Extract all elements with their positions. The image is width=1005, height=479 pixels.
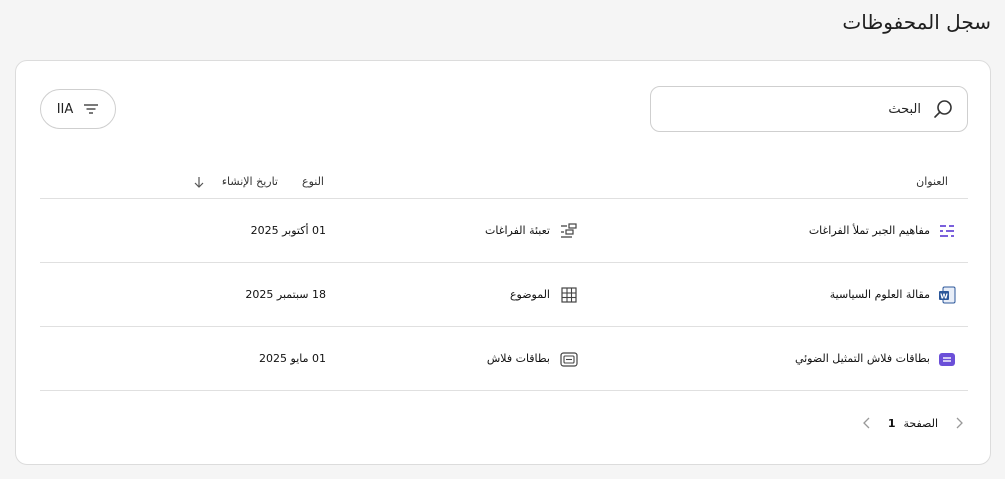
page-indicator: الصفحة 1 (888, 417, 938, 430)
column-header-type[interactable]: النوع (302, 175, 324, 188)
history-table: العنوان النوع تاريخ الإنشاء مفاهيم الجبر… (40, 161, 968, 391)
row-title: مقالة العلوم السياسية (829, 288, 930, 301)
filter-button[interactable]: IIA (40, 89, 116, 129)
fill-blanks-type-icon (561, 222, 577, 238)
grid-icon (561, 286, 577, 303)
column-header-title[interactable]: العنوان (916, 175, 948, 188)
row-date: 01 مايو 2025 (259, 352, 326, 365)
page-title: سجل المحفوظات (842, 10, 991, 34)
row-type: تعبئة الفراغات (485, 224, 550, 237)
sort-down-arrow-icon[interactable] (192, 175, 206, 189)
page-label: الصفحة (903, 416, 938, 430)
table-header: العنوان النوع تاريخ الإنشاء (40, 161, 968, 199)
table-row[interactable]: بطاقات فلاش التمثيل الضوئي بطاقات فلاش 0… (40, 327, 968, 391)
next-page-chevron-icon[interactable] (860, 416, 874, 430)
row-date: 18 سبتمبر 2025 (245, 288, 326, 301)
search-box[interactable] (650, 86, 968, 132)
table-row[interactable]: W مقالة العلوم السياسية الموضوع 18 سبتمب… (40, 263, 968, 327)
row-title-cell: W مقالة العلوم السياسية (830, 263, 956, 326)
row-title: بطاقات فلاش التمثيل الضوئي (794, 352, 930, 365)
fill-blanks-icon (940, 224, 954, 237)
filter-icon (84, 104, 99, 114)
row-date: 01 أكتوبر 2025 (250, 224, 326, 237)
row-title-cell: بطاقات فلاش التمثيل الضوئي (795, 327, 956, 390)
filter-label: IIA (56, 101, 74, 117)
history-card: IIA العنوان النوع تاريخ الإنشاء (15, 60, 991, 465)
word-document-icon: W (939, 286, 956, 303)
row-type: بطاقات فلاش (486, 352, 550, 365)
previous-page-chevron-icon[interactable] (952, 416, 966, 430)
row-type-cell: الموضوع (510, 263, 578, 326)
pagination: الصفحة 1 (860, 411, 966, 435)
row-type-cell: تعبئة الفراغات (485, 199, 578, 262)
search-icon (934, 100, 952, 118)
column-header-date[interactable]: تاريخ الإنشاء (222, 175, 278, 188)
page-number: 1 (887, 416, 896, 430)
row-type-cell: بطاقات فلاش (487, 327, 578, 390)
search-input[interactable] (681, 97, 921, 121)
svg-text:W: W (940, 292, 948, 300)
flashcards-icon (939, 352, 955, 366)
table-row[interactable]: مفاهيم الجبر تملأ الفراغات تعبئة الفراغا… (40, 199, 968, 263)
row-type: الموضوع (509, 288, 550, 301)
flashcards-type-icon (560, 351, 578, 367)
row-title: مفاهيم الجبر تملأ الفراغات (808, 224, 930, 237)
row-title-cell: مفاهيم الجبر تملأ الفراغات (809, 199, 956, 262)
